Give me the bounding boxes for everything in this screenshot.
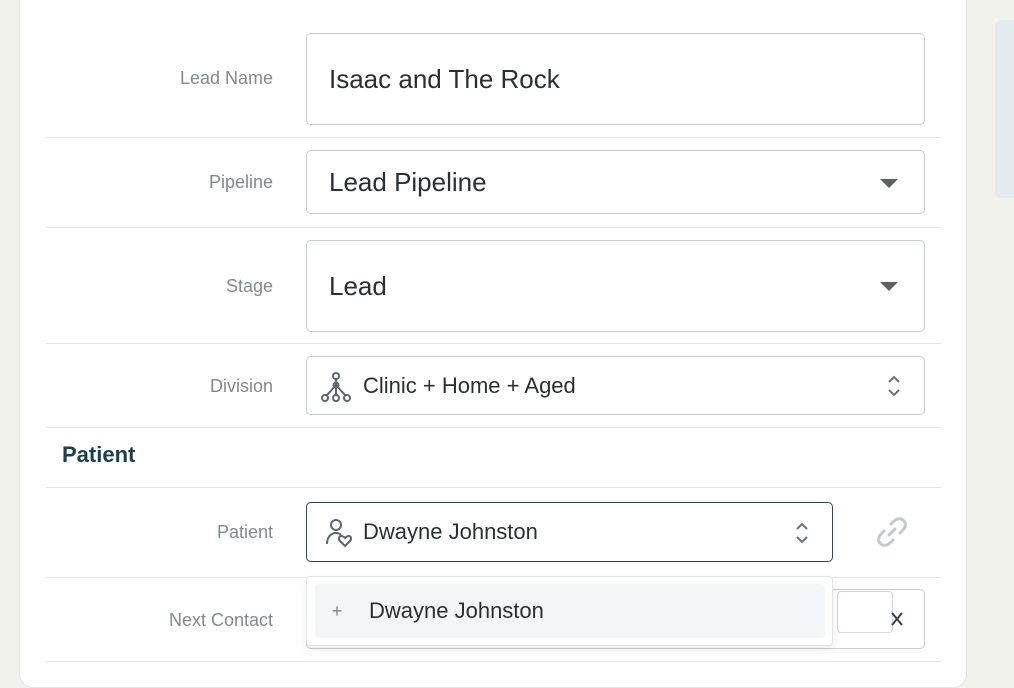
caret-down-icon — [880, 282, 898, 291]
stage-label: Stage — [225, 276, 273, 296]
division-select[interactable]: Clinic + Home + Aged — [306, 356, 925, 415]
patient-section-title: Patient — [62, 442, 136, 467]
chevron-up-down-icon — [888, 375, 900, 397]
plus-icon: + — [331, 600, 343, 621]
patient-select[interactable]: Dwayne Johnston — [306, 502, 833, 562]
patient-label: Patient — [216, 522, 273, 542]
dropdown-option-label: Dwayne Johnston — [369, 598, 544, 623]
dropdown-option-create[interactable]: + Dwayne Johnston — [315, 584, 825, 638]
pipeline-select[interactable]: Lead Pipeline — [306, 150, 925, 214]
stage-value: Lead — [329, 270, 387, 301]
next-contact-label: Next Contact — [168, 610, 273, 630]
lead-name-label: Lead Name — [179, 68, 273, 88]
chevron-up-down-icon — [796, 522, 808, 544]
division-label: Division — [209, 376, 273, 396]
side-panel — [995, 20, 1014, 198]
patient-section-row — [46, 428, 941, 488]
stage-select[interactable]: Lead — [306, 240, 925, 332]
hierarchy-icon — [321, 372, 351, 402]
patient-heart-icon — [326, 519, 353, 548]
pipeline-label: Pipeline — [208, 172, 273, 192]
lead-name-value: Isaac and The Rock — [329, 63, 560, 94]
lead-name-input[interactable]: Isaac and The Rock — [306, 33, 925, 125]
clear-icon[interactable] — [890, 611, 904, 627]
patient-dropdown: + Dwayne Johnston — [306, 576, 833, 646]
pipeline-value: Lead Pipeline — [329, 166, 487, 197]
link-icon[interactable] — [874, 514, 910, 550]
caret-down-icon — [880, 179, 898, 188]
time-box[interactable] — [837, 591, 893, 633]
